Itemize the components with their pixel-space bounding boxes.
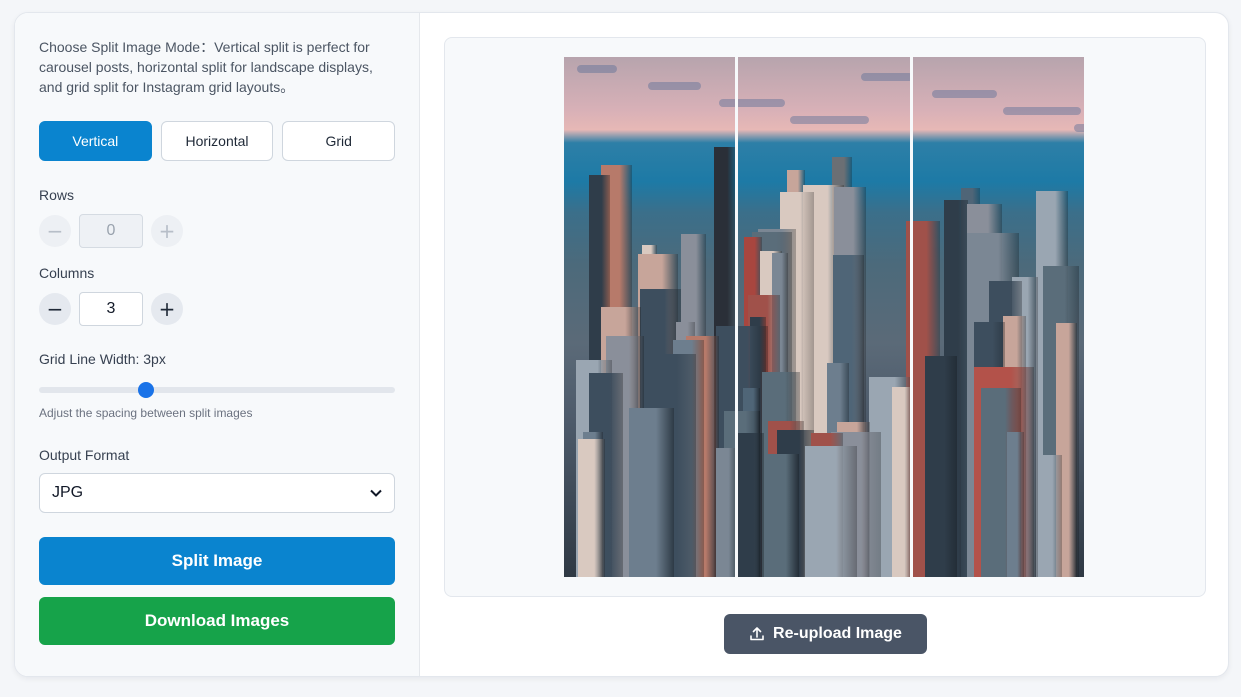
output-format-label: Output Format: [39, 447, 130, 463]
slider-thumb[interactable]: [137, 382, 154, 398]
columns-increment-button[interactable]: +: [151, 293, 183, 325]
mode-vertical-button[interactable]: Vertical: [39, 121, 152, 161]
download-images-button[interactable]: Download Images: [39, 597, 395, 645]
grid-line-hint: Adjust the spacing between split images: [39, 406, 253, 420]
columns-decrement-button[interactable]: −: [39, 293, 71, 325]
image-slice: [738, 57, 910, 577]
image-slice: [564, 57, 736, 577]
rows-decrement-button[interactable]: −: [39, 215, 71, 247]
columns-input[interactable]: 3: [79, 292, 143, 326]
upload-icon: [749, 626, 765, 642]
output-format-value: JPG: [52, 484, 84, 501]
mode-selector: Vertical Horizontal Grid: [39, 121, 396, 161]
preview-panel: Re-upload Image: [420, 13, 1228, 676]
mode-horizontal-button[interactable]: Horizontal: [160, 121, 274, 161]
reupload-image-button[interactable]: Re-upload Image: [724, 614, 927, 654]
preview-area: [444, 37, 1206, 597]
image-slice: [912, 57, 1084, 577]
rows-input[interactable]: 0: [79, 214, 143, 248]
settings-panel: Choose Split Image Mode：Vertical split i…: [15, 13, 420, 676]
split-image-tool: Choose Split Image Mode：Vertical split i…: [14, 12, 1229, 677]
reupload-label: Re-upload Image: [773, 625, 902, 642]
chevron-down-icon: [370, 486, 382, 500]
grid-line-width-label: Grid Line Width: 3px: [39, 351, 166, 367]
grid-line-width-slider[interactable]: [39, 382, 395, 398]
rows-increment-button[interactable]: +: [151, 215, 183, 247]
columns-stepper: − 3 +: [39, 292, 183, 326]
rows-stepper: − 0 +: [39, 214, 183, 248]
mode-grid-button[interactable]: Grid: [282, 121, 396, 161]
rows-label: Rows: [39, 187, 75, 203]
mode-description: Choose Split Image Mode：Vertical split i…: [39, 39, 373, 95]
output-format-select[interactable]: JPG: [39, 473, 395, 513]
split-image-button[interactable]: Split Image: [39, 537, 395, 585]
split-preview-image: [564, 57, 1084, 577]
columns-label: Columns: [39, 265, 95, 281]
